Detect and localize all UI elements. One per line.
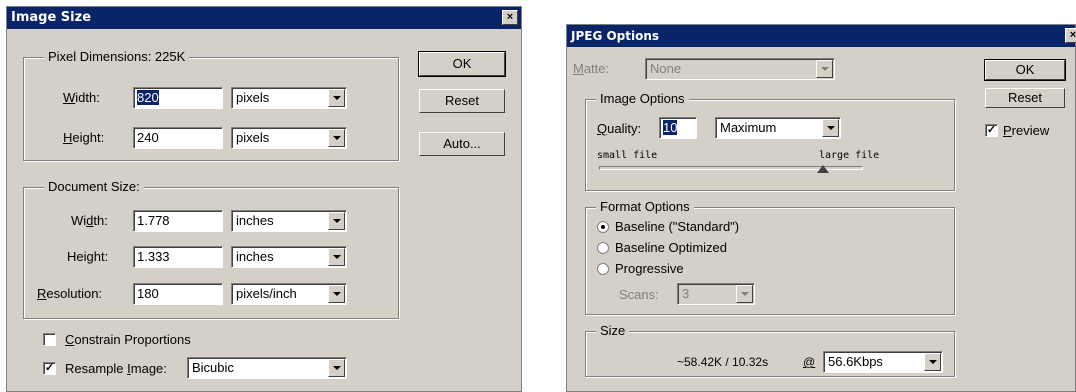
resample-image-label: Resample Image: (65, 361, 167, 376)
auto-button[interactable]: Auto... (419, 132, 505, 156)
size-legend: Size (596, 323, 630, 338)
image-options-group: Image Options (585, 91, 955, 191)
image-size-titlebar[interactable]: Image Size (7, 7, 521, 29)
resolution-unit: pixels/inch (236, 286, 297, 301)
doc-width-label: Width: (71, 213, 108, 228)
reset-button[interactable]: Reset (419, 89, 505, 113)
format-options-legend: Format Options (596, 199, 694, 214)
chevron-down-icon[interactable] (924, 353, 941, 371)
resample-method-value: Bicubic (192, 360, 234, 375)
chevron-down-icon[interactable] (328, 129, 345, 147)
pixel-height-unit: pixels (236, 130, 270, 145)
doc-width-unit: inches (236, 213, 274, 228)
chevron-down-icon[interactable] (328, 359, 345, 377)
chevron-down-icon[interactable] (328, 212, 345, 230)
doc-height-label: Height: (67, 249, 109, 264)
image-size-dialog: Image Size × Pixel Dimensions: 225K Widt… (6, 6, 522, 392)
constrain-proportions-label: Constrain Proportions (65, 332, 191, 347)
pixel-height-unit-select[interactable]: pixels (231, 127, 347, 149)
pixel-width-label: Width: (63, 90, 100, 105)
chevron-down-icon[interactable] (736, 285, 753, 303)
jpeg-reset-button[interactable]: Reset (985, 88, 1065, 108)
quality-preset-select[interactable]: Maximum (715, 117, 841, 139)
doc-height-input[interactable]: 1.333 (133, 246, 223, 268)
doc-height-unit-select[interactable]: inches (231, 246, 347, 268)
download-speed-select[interactable]: 56.6Kbps (823, 351, 943, 373)
quality-input[interactable]: 10 (659, 117, 697, 139)
progressive-radio[interactable] (597, 263, 609, 275)
quality-value: 10 (663, 120, 678, 135)
matte-label: Matte: (573, 61, 610, 76)
jpeg-options-dialog: JPEG Options × Matte: None Image Options… (566, 24, 1076, 392)
pixel-width-unit: pixels (236, 90, 270, 105)
large-file-label: large file (819, 150, 880, 161)
pixel-height-input[interactable]: 240 (133, 127, 223, 149)
size-estimate: ~58.42K / 10.32s (677, 355, 769, 369)
jpeg-options-close-icon[interactable]: × (1065, 28, 1076, 43)
jpeg-ok-button[interactable]: OK (984, 59, 1066, 81)
chevron-down-icon[interactable] (816, 60, 833, 78)
pixel-width-unit-select[interactable]: pixels (231, 87, 347, 109)
document-size-legend: Document Size: (44, 179, 144, 194)
download-speed-value: 56.6Kbps (828, 354, 883, 369)
baseline-standard-radio[interactable] (597, 221, 609, 233)
doc-height-unit: inches (236, 249, 274, 264)
pixel-dimensions-legend: Pixel Dimensions: 225K (44, 49, 190, 64)
at-symbol: @ (803, 355, 816, 369)
image-size-title: Image Size (11, 10, 92, 25)
chevron-down-icon[interactable] (328, 248, 345, 266)
baseline-standard-label: Baseline ("Standard") (615, 219, 740, 234)
image-size-close-icon[interactable]: × (502, 10, 518, 25)
preview-checkbox[interactable]: ✓ (985, 124, 998, 137)
image-options-legend: Image Options (596, 91, 689, 106)
quality-slider-thumb[interactable] (817, 165, 830, 173)
resolution-unit-select[interactable]: pixels/inch (231, 283, 347, 305)
doc-width-input[interactable]: 1.778 (133, 210, 223, 232)
progressive-label: Progressive (615, 261, 684, 276)
doc-width-unit-select[interactable]: inches (231, 210, 347, 232)
scans-label: Scans: (619, 287, 659, 302)
resample-image-checkbox[interactable]: ✓ (43, 362, 56, 375)
ok-button[interactable]: OK (418, 51, 506, 77)
pixel-width-value: 820 (137, 90, 159, 105)
pixel-width-input[interactable]: 820 (133, 87, 223, 109)
constrain-proportions-checkbox[interactable] (43, 333, 56, 346)
baseline-optimized-label: Baseline Optimized (615, 240, 727, 255)
resolution-input[interactable]: 180 (133, 283, 223, 305)
resample-method-select[interactable]: Bicubic (187, 357, 347, 379)
chevron-down-icon[interactable] (328, 285, 345, 303)
resolution-label: Resolution: (37, 286, 103, 301)
jpeg-options-title: JPEG Options (571, 29, 660, 43)
chevron-down-icon[interactable] (328, 89, 345, 107)
quality-preset-value: Maximum (720, 120, 777, 135)
matte-select[interactable]: None (645, 58, 835, 80)
preview-label: Preview (1003, 123, 1050, 138)
scans-select[interactable]: 3 (677, 283, 755, 305)
chevron-down-icon[interactable] (822, 119, 839, 137)
quality-label: Quality: (597, 121, 642, 136)
small-file-label: small file (597, 150, 658, 161)
jpeg-options-titlebar[interactable]: JPEG Options (567, 25, 1075, 47)
matte-value: None (650, 61, 682, 76)
baseline-optimized-radio[interactable] (597, 242, 609, 254)
pixel-height-label: Height: (63, 130, 105, 145)
scans-value: 3 (682, 286, 690, 301)
